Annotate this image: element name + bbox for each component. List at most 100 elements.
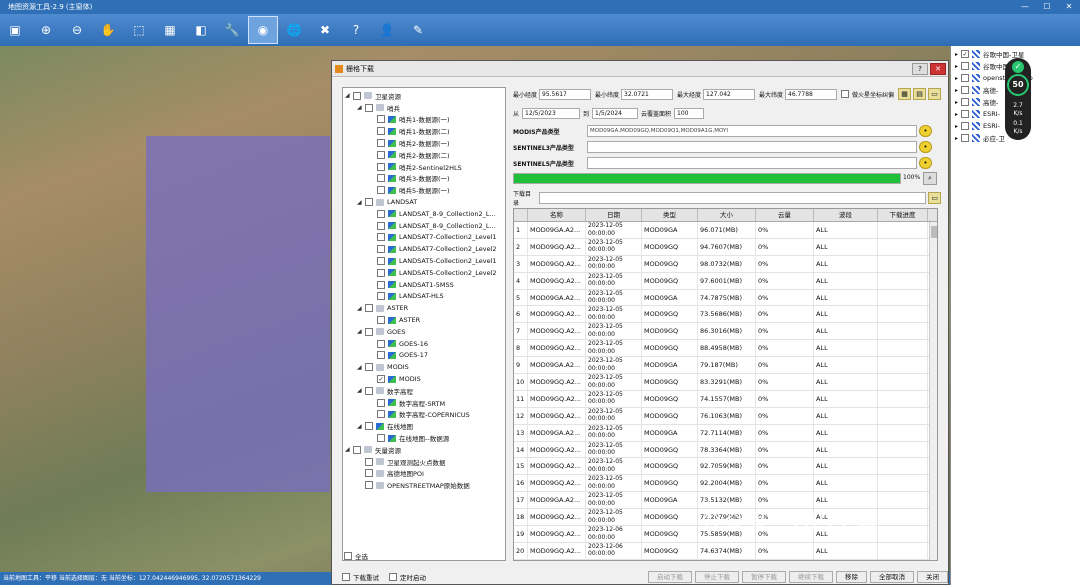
tree-node[interactable]: 哨兵3-数据源(一) (343, 173, 505, 185)
draw-extent-icon[interactable]: ▦ (898, 88, 911, 100)
expand-icon[interactable]: ▸ (955, 51, 958, 58)
tree-node[interactable]: GOES-16 (343, 338, 505, 350)
tree-checkbox[interactable] (377, 398, 385, 407)
product-select-icon[interactable]: • (919, 141, 932, 153)
layer-checkbox[interactable] (961, 134, 970, 142)
product-type-field[interactable] (587, 141, 917, 153)
column-header[interactable]: 大小 (698, 209, 756, 221)
tree-checkbox[interactable] (365, 327, 373, 336)
retry-checkbox[interactable] (342, 573, 350, 581)
tree-checkbox[interactable] (377, 434, 385, 442)
expand-icon[interactable]: ▸ (955, 99, 958, 106)
tree-node[interactable]: ◢ 在线地图 (343, 420, 505, 432)
tree-node[interactable]: 数字高程-COPERNICUS (343, 409, 505, 421)
column-header[interactable] (514, 209, 528, 221)
table-row[interactable]: 13 MOD09GA.A2... 2023-12-05 00:00:00 MOD09G… (514, 424, 937, 442)
layer-checkbox[interactable] (961, 62, 970, 70)
delete-icon[interactable]: ✖ (310, 16, 340, 44)
table-row[interactable]: 16 MOD09GQ.A2... 2023-12-05 00:00:00 MOD09G… (514, 475, 937, 493)
table-row[interactable]: 2 MOD09GQ.A2... 2023-12-05 00:00:00 MOD09GQ… (514, 238, 937, 256)
tree-node[interactable]: ◢ 卫星资源 (343, 90, 505, 102)
table-row[interactable]: 15 MOD09GQ.A2... 2023-12-05 00:00:00 MOD09G… (514, 458, 937, 476)
tree-checkbox[interactable] (377, 209, 385, 218)
browse-folder-icon[interactable]: ▭ (928, 192, 941, 204)
tree-node[interactable]: ◢ 数字高程 (343, 385, 505, 397)
tree-node[interactable]: ◢ MODIS (343, 361, 505, 373)
tree-node[interactable]: OPENSTREETMAP原始数据 (343, 479, 505, 491)
remove-button[interactable]: 移除 (836, 571, 867, 583)
table-row[interactable]: 5 MOD09GA.A2... 2023-12-05 00:00:00 MOD09GA… (514, 289, 937, 307)
cancel-all-button[interactable]: 全部取消 (870, 571, 914, 583)
grid-icon[interactable]: ▦ (155, 16, 185, 44)
product-select-icon[interactable]: • (919, 157, 932, 169)
layer-checkbox[interactable] (961, 74, 970, 82)
download-dir-field[interactable] (539, 192, 927, 204)
table-row[interactable]: 4 MOD09GQ.A2... 2023-12-05 00:00:00 MOD09GQ… (514, 272, 937, 290)
tree-node[interactable]: 卫星观测起火点数据 (343, 456, 505, 468)
tree-checkbox[interactable] (377, 233, 385, 242)
expand-icon[interactable]: ▸ (955, 87, 958, 94)
tree-expander-icon[interactable]: ◢ (357, 387, 365, 394)
tree-node[interactable]: 哨兵2-数据源(二) (343, 149, 505, 161)
globe-icon[interactable]: 🌐 (279, 16, 309, 44)
tree-node[interactable]: 哨兵2-Sentinel2HLS (343, 161, 505, 173)
product-type-field[interactable] (587, 157, 917, 169)
product-type-field[interactable]: MOD09GA,MOD09GQ,MOD09Q1,MOD09A1G,MOYI (587, 125, 917, 137)
tree-node[interactable]: LANDSAT1-5MSS (343, 279, 505, 291)
data-source-tree[interactable]: ◢ 卫星资源 ◢ 哨兵 哨兵1-数据源(一) 哨兵1-数据源(二) 哨兵2-数据源(一) 哨兵… (342, 87, 506, 561)
tree-checkbox[interactable] (365, 481, 373, 490)
product-select-icon[interactable]: • (919, 125, 932, 137)
tree-checkbox[interactable] (377, 127, 385, 136)
column-header[interactable]: 下载进度 (878, 209, 928, 221)
column-header[interactable]: 名称 (528, 209, 586, 221)
tree-checkbox[interactable] (377, 150, 385, 159)
tree-node[interactable]: LANDSAT7-Collection2_Level2 (343, 243, 505, 255)
layer-checkbox[interactable] (961, 110, 970, 118)
to-date-picker[interactable]: 1/5/2024 (592, 107, 639, 119)
tree-checkbox[interactable] (365, 422, 373, 431)
tree-checkbox[interactable] (377, 339, 385, 348)
zoom-in-icon[interactable]: ⊕ (31, 16, 61, 44)
tree-checkbox[interactable] (365, 103, 373, 112)
table-scrollbar[interactable] (929, 222, 937, 560)
tree-checkbox[interactable] (365, 457, 373, 466)
search-icon[interactable]: ⌕ (923, 172, 937, 185)
expand-icon[interactable]: ▸ (955, 123, 958, 130)
table-row[interactable]: 10 MOD09GQ.A2... 2023-12-05 00:00:00 MOD09G… (514, 374, 937, 391)
expand-icon[interactable]: ▸ (955, 135, 958, 142)
tree-checkbox[interactable] (377, 316, 385, 325)
table-row[interactable]: 9 MOD09GA.A2... 2023-12-05 00:00:00 MOD09GA… (514, 357, 937, 375)
download-globe-icon[interactable]: ◉ (248, 16, 278, 44)
tree-expander-icon[interactable]: ◢ (345, 446, 353, 453)
dialog-close-button[interactable]: ✕ (930, 63, 946, 75)
from-date-picker[interactable]: 12/5/2023 (522, 107, 581, 119)
settings-wrench-icon[interactable]: 🔧 (217, 16, 247, 44)
tree-expander-icon[interactable]: ◢ (357, 328, 365, 335)
table-row[interactable]: 14 MOD09GQ.A2... 2023-12-05 00:00:00 MOD09G… (514, 441, 937, 459)
tree-checkbox[interactable] (377, 186, 385, 195)
tree-checkbox[interactable] (377, 162, 385, 171)
user-icon[interactable]: 👤 (372, 16, 402, 44)
tree-checkbox[interactable] (365, 469, 373, 478)
tree-node[interactable]: ◢ GOES (343, 326, 505, 338)
checkbox-box[interactable] (344, 552, 352, 560)
table-row[interactable]: 3 MOD09GQ.A2... 2023-12-05 00:00:00 MOD09GQ… (514, 255, 937, 273)
tree-node[interactable]: ◢ 矢量资源 (343, 444, 505, 456)
table-row[interactable]: 12 MOD09GQ.A2... 2023-12-05 00:00:00 MOD09G… (514, 407, 937, 425)
tree-checkbox[interactable] (365, 386, 373, 395)
tree-expander-icon[interactable]: ◢ (345, 92, 353, 99)
expand-icon[interactable]: ▸ (955, 63, 958, 70)
tree-checkbox[interactable] (377, 257, 385, 266)
tree-node[interactable]: ◢ 哨兵 (343, 102, 505, 114)
tree-node[interactable]: 哨兵1-数据源(二) (343, 125, 505, 137)
resume-download-button[interactable]: 继续下载 (789, 571, 833, 583)
help-book-icon[interactable]: ? (341, 16, 371, 44)
tree-checkbox[interactable] (377, 245, 385, 254)
tree-node[interactable]: LANDSAT_8-9_Collection2_L... (343, 208, 505, 220)
maximize-button[interactable]: ☐ (1036, 0, 1058, 14)
tree-node[interactable]: 哨兵5-数据源(一) (343, 184, 505, 196)
tree-checkbox[interactable] (365, 363, 373, 372)
column-header[interactable]: 波段 (814, 209, 878, 221)
tree-node[interactable]: ◢ ASTER (343, 302, 505, 314)
tree-node[interactable]: ◢ LANDSAT (343, 196, 505, 208)
